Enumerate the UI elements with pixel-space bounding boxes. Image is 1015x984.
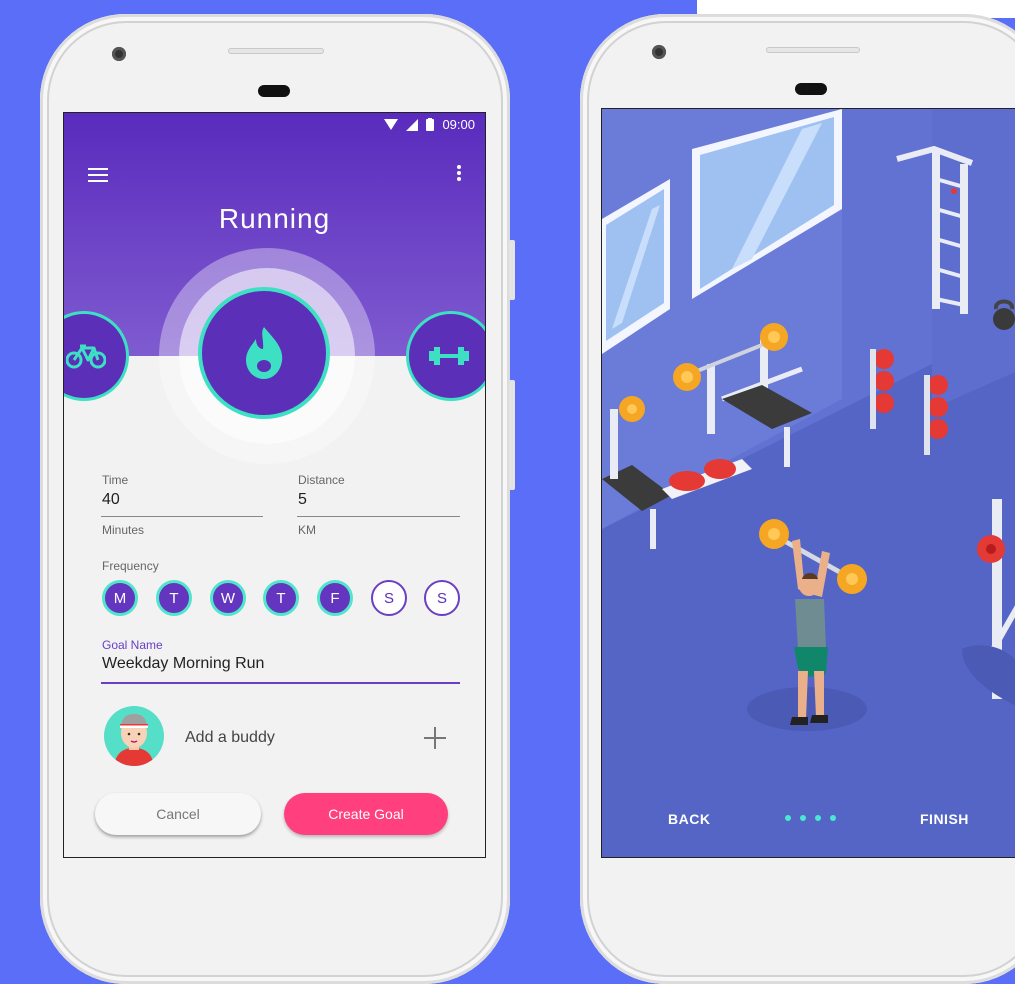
page-dot	[830, 815, 836, 821]
plus-icon[interactable]	[423, 726, 447, 750]
wifi-icon	[384, 118, 399, 130]
earpiece-speaker	[766, 47, 860, 53]
hamburger-menu-icon[interactable]	[88, 168, 108, 182]
distance-input[interactable]: 5	[298, 491, 307, 509]
dumbbell-icon	[429, 347, 469, 365]
page-dot	[800, 815, 806, 821]
status-bar: 09:00	[384, 117, 475, 132]
goal-name-input[interactable]: Weekday Morning Run	[102, 655, 264, 673]
onboarding-screen: BACK FINISH	[601, 108, 1015, 858]
time-label: Time	[102, 473, 129, 487]
time-input[interactable]: 40	[102, 491, 120, 509]
more-vert-icon[interactable]	[457, 165, 461, 181]
battery-icon	[426, 118, 435, 131]
goal-name-underline	[101, 682, 460, 684]
day-toggle-tuesday[interactable]: T	[156, 580, 192, 616]
create-goal-button[interactable]: Create Goal	[284, 793, 448, 835]
page-dot	[785, 815, 791, 821]
add-buddy-label[interactable]: Add a buddy	[185, 729, 275, 747]
activity-weights-button[interactable]	[406, 311, 485, 401]
proximity-sensor	[258, 85, 290, 97]
time-underline	[101, 516, 263, 517]
status-time: 09:00	[442, 117, 475, 132]
page-title: Running	[218, 203, 331, 234]
flame-icon	[246, 327, 283, 379]
bicycle-icon	[66, 344, 106, 369]
activity-running-button[interactable]	[198, 287, 330, 419]
page-dot	[815, 815, 821, 821]
cancel-button[interactable]: Cancel	[95, 793, 261, 835]
page-indicator	[785, 815, 836, 821]
gym-illustration	[602, 109, 1015, 857]
earpiece-speaker	[228, 48, 324, 54]
phone-side-button	[509, 240, 515, 300]
proximity-sensor	[795, 83, 827, 95]
time-unit: Minutes	[102, 523, 145, 537]
finish-button[interactable]: FINISH	[920, 811, 969, 827]
goal-screen: 09:00 Running Time 40 Minutes Distance 5…	[63, 112, 486, 858]
day-toggle-friday[interactable]: F	[317, 580, 353, 616]
back-button[interactable]: BACK	[668, 811, 710, 827]
day-toggle-sunday[interactable]: S	[424, 580, 460, 616]
goal-name-label: Goal Name	[102, 638, 163, 652]
distance-underline	[297, 516, 460, 517]
frequency-label: Frequency	[102, 559, 159, 573]
front-camera	[652, 45, 666, 59]
distance-label: Distance	[298, 473, 345, 487]
signal-icon	[406, 118, 419, 131]
day-toggle-monday[interactable]: M	[102, 580, 138, 616]
day-toggle-thursday[interactable]: T	[263, 580, 299, 616]
day-toggle-wednesday[interactable]: W	[210, 580, 246, 616]
distance-unit: KM	[298, 523, 316, 537]
day-toggle-saturday[interactable]: S	[371, 580, 407, 616]
front-camera	[112, 47, 126, 61]
avatar	[104, 706, 164, 766]
phone-volume-button	[509, 380, 515, 490]
